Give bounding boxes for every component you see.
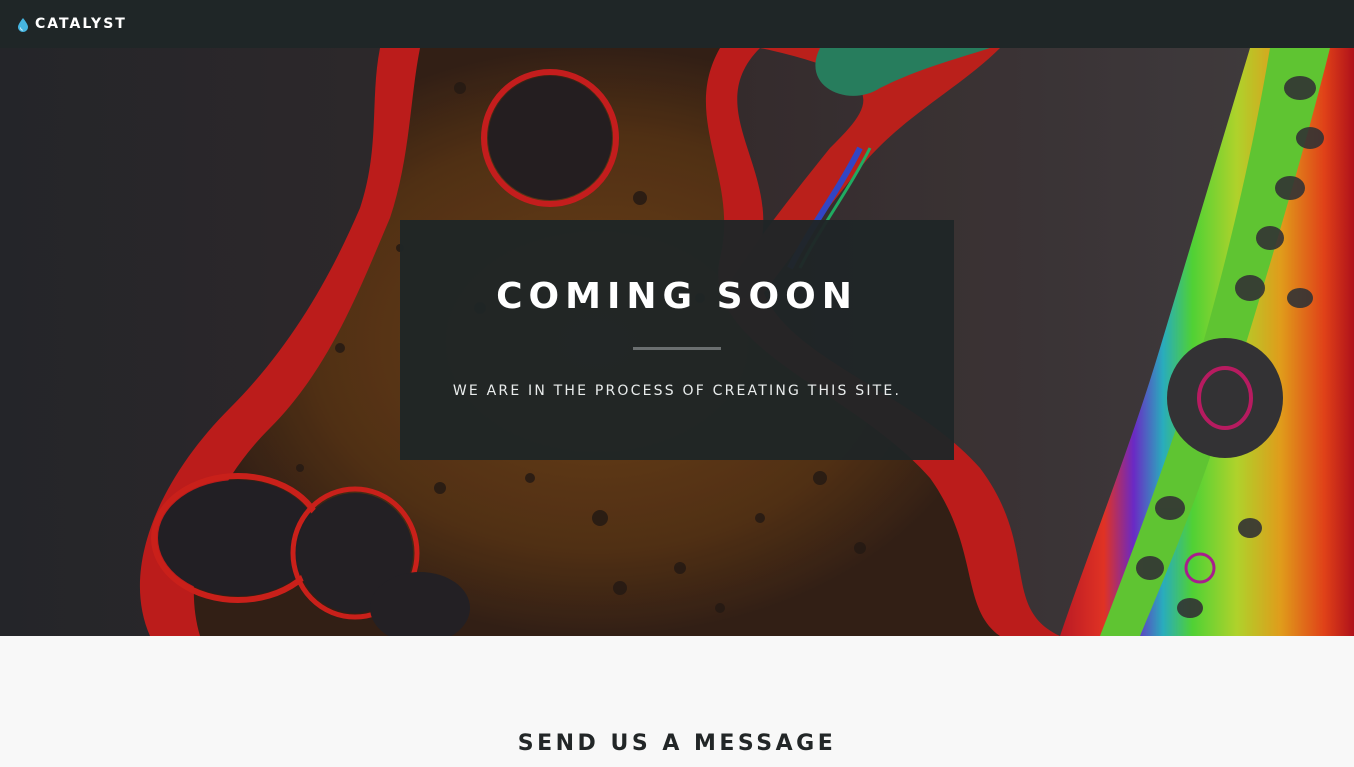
coming-soon-card: COMING SOON WE ARE IN THE PROCESS OF CRE…	[400, 220, 954, 460]
brand-link[interactable]: CATALYST	[17, 16, 127, 32]
hero-section: COMING SOON WE ARE IN THE PROCESS OF CRE…	[0, 48, 1354, 636]
water-drop-icon	[17, 17, 29, 32]
contact-section: SEND US A MESSAGE	[0, 636, 1354, 767]
title-divider	[633, 347, 721, 350]
hero-title: COMING SOON	[496, 276, 858, 317]
contact-section-title: SEND US A MESSAGE	[517, 731, 837, 756]
brand-name: CATALYST	[35, 16, 127, 32]
hero-subtitle: WE ARE IN THE PROCESS OF CREATING THIS S…	[452, 383, 902, 399]
top-navbar: CATALYST	[0, 0, 1354, 48]
